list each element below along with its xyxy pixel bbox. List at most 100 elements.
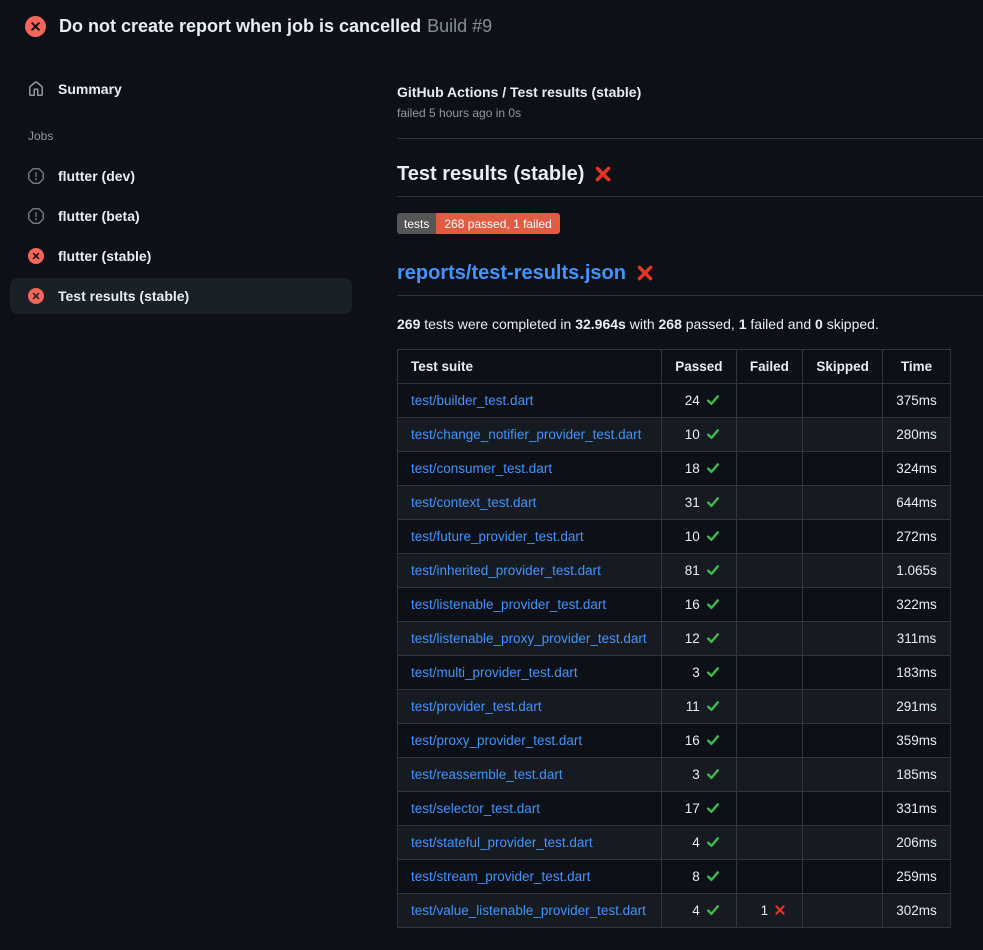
check-icon — [706, 393, 720, 407]
section-title: Test results (stable) — [397, 163, 983, 197]
divider — [397, 138, 983, 139]
x-circle-icon — [25, 16, 46, 37]
time-value: 311ms — [883, 621, 951, 655]
test-suite-link[interactable]: test/stream_provider_test.dart — [411, 869, 590, 884]
check-icon — [706, 835, 720, 849]
tests-badge[interactable]: tests 268 passed, 1 failed — [397, 213, 560, 234]
time-value: 259ms — [883, 859, 951, 893]
report-file-link[interactable]: reports/test-results.json — [397, 262, 626, 285]
test-suite-link[interactable]: test/consumer_test.dart — [411, 461, 552, 476]
test-suite-link[interactable]: test/proxy_provider_test.dart — [411, 733, 582, 748]
table-row: test/listenable_provider_test.dart 16 32… — [398, 587, 951, 621]
check-icon — [706, 665, 720, 679]
passed-count: 10 — [685, 529, 700, 544]
section-title-text: Test results (stable) — [397, 163, 584, 186]
duration: 32.964s — [575, 316, 626, 332]
test-suite-link[interactable]: test/inherited_provider_test.dart — [411, 563, 601, 578]
test-suite-link[interactable]: test/selector_test.dart — [411, 801, 540, 816]
passed-count: 31 — [685, 495, 700, 510]
x-circle-icon — [28, 288, 44, 304]
sidebar-item-flutter-beta[interactable]: flutter (beta) — [10, 198, 352, 234]
passed-count: 4 — [692, 835, 700, 850]
test-suite-link[interactable]: test/listenable_proxy_provider_test.dart — [411, 631, 647, 646]
passed-count: 8 — [692, 869, 700, 884]
table-header-row: Test suite Passed Failed Skipped Time — [398, 349, 951, 383]
run-meta: failed 5 hours ago in 0s — [397, 106, 983, 120]
test-suite-link[interactable]: test/listenable_provider_test.dart — [411, 597, 606, 612]
time-value: 644ms — [883, 485, 951, 519]
jobs-section-label: Jobs — [28, 129, 352, 143]
table-row: test/change_notifier_provider_test.dart … — [398, 417, 951, 451]
test-suite-link[interactable]: test/value_listenable_provider_test.dart — [411, 903, 646, 918]
sidebar: Summary Jobs flutter (dev) flutter (beta… — [0, 52, 380, 318]
table-row: test/multi_provider_test.dart 3 183ms — [398, 655, 951, 689]
col-failed: Failed — [736, 349, 802, 383]
check-icon — [706, 563, 720, 577]
table-row: test/reassemble_test.dart 3 185ms — [398, 757, 951, 791]
time-value: 375ms — [883, 383, 951, 417]
test-suite-link[interactable]: test/reassemble_test.dart — [411, 767, 563, 782]
test-suite-link[interactable]: test/multi_provider_test.dart — [411, 665, 578, 680]
check-icon — [706, 529, 720, 543]
main-content: GitHub Actions / Test results (stable) f… — [380, 52, 983, 928]
table-row: test/consumer_test.dart 18 324ms — [398, 451, 951, 485]
check-icon — [706, 427, 720, 441]
failed-total: 1 — [739, 316, 747, 332]
sidebar-item-test-results-stable[interactable]: Test results (stable) — [10, 278, 352, 314]
time-value: 1.065s — [883, 553, 951, 587]
x-icon — [774, 904, 786, 916]
passed-count: 3 — [692, 767, 700, 782]
passed-count: 81 — [685, 563, 700, 578]
page-title: Do not create report when job is cancell… — [59, 16, 492, 38]
time-value: 359ms — [883, 723, 951, 757]
time-value: 185ms — [883, 757, 951, 791]
test-suite-link[interactable]: test/future_provider_test.dart — [411, 529, 584, 544]
sidebar-item-flutter-stable[interactable]: flutter (stable) — [10, 238, 352, 274]
sidebar-item-label: Test results (stable) — [58, 288, 189, 304]
col-passed: Passed — [662, 349, 737, 383]
check-icon — [706, 461, 720, 475]
table-row: test/context_test.dart 31 644ms — [398, 485, 951, 519]
test-suite-link[interactable]: test/builder_test.dart — [411, 393, 533, 408]
badge-label: tests — [397, 213, 436, 234]
passed-total: 268 — [659, 316, 682, 332]
failed-count: 1 — [761, 903, 769, 918]
col-test-suite: Test suite — [398, 349, 662, 383]
sidebar-item-label: flutter (stable) — [58, 248, 151, 264]
check-icon — [706, 733, 720, 747]
table-row: test/inherited_provider_test.dart 81 1.0… — [398, 553, 951, 587]
test-suite-link[interactable]: test/stateful_provider_test.dart — [411, 835, 593, 850]
sidebar-jobs-list: flutter (dev) flutter (beta) flutter (st… — [10, 158, 352, 314]
stop-icon — [28, 168, 44, 184]
run-name: Do not create report when job is cancell… — [59, 16, 421, 36]
summary-line: 269 tests were completed in 32.964s with… — [397, 316, 983, 332]
home-icon — [28, 81, 44, 97]
col-skipped: Skipped — [803, 349, 883, 383]
sidebar-summary-label: Summary — [58, 81, 122, 97]
sidebar-item-flutter-dev[interactable]: flutter (dev) — [10, 158, 352, 194]
passed-count: 4 — [692, 903, 700, 918]
sidebar-item-summary[interactable]: Summary — [10, 71, 352, 107]
time-value: 322ms — [883, 587, 951, 621]
check-icon — [706, 597, 720, 611]
sidebar-item-label: flutter (dev) — [58, 168, 135, 184]
breadcrumb: GitHub Actions / Test results (stable) — [397, 84, 983, 100]
check-icon — [706, 869, 720, 883]
badge-value: 268 passed, 1 failed — [436, 213, 559, 234]
check-icon — [706, 767, 720, 781]
passed-count: 16 — [685, 733, 700, 748]
test-suite-link[interactable]: test/change_notifier_provider_test.dart — [411, 427, 641, 442]
report-title: reports/test-results.json — [397, 262, 983, 296]
results-table: Test suite Passed Failed Skipped Time te… — [397, 349, 951, 928]
passed-count: 3 — [692, 665, 700, 680]
sidebar-item-label: flutter (beta) — [58, 208, 140, 224]
check-icon — [706, 801, 720, 815]
passed-count: 17 — [685, 801, 700, 816]
passed-count: 12 — [685, 631, 700, 646]
check-icon — [706, 903, 720, 917]
results-table-body: test/builder_test.dart 24 375ms test/cha… — [398, 383, 951, 927]
test-suite-link[interactable]: test/context_test.dart — [411, 495, 536, 510]
test-suite-link[interactable]: test/provider_test.dart — [411, 699, 542, 714]
passed-count: 10 — [685, 427, 700, 442]
failed-x-icon — [636, 264, 654, 282]
